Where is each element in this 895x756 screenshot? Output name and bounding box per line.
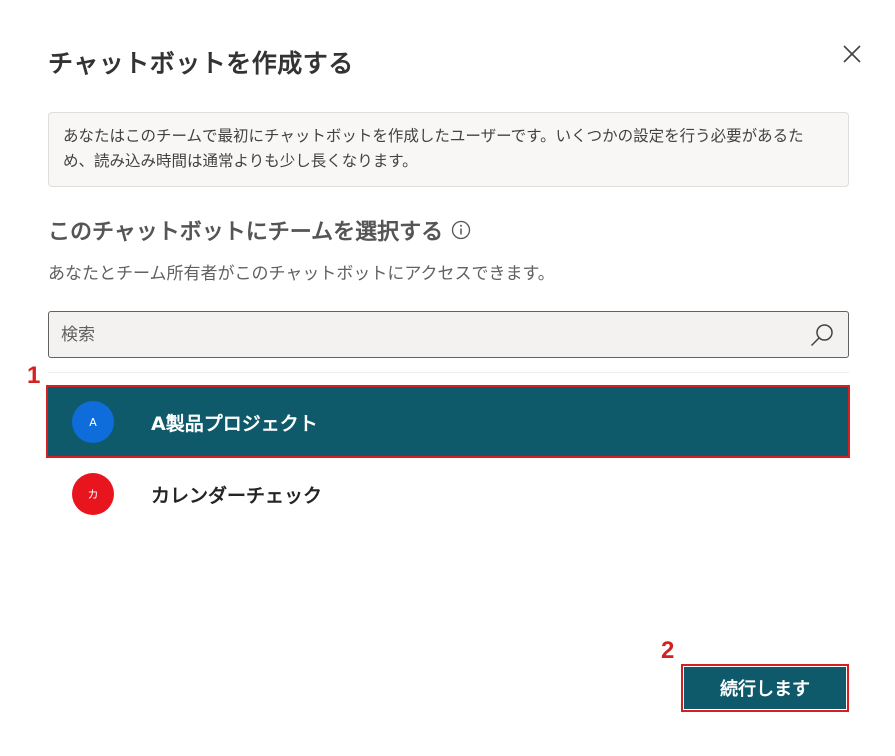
team-name: カレンダーチェック: [151, 484, 323, 507]
annotation-step2-label: 2: [661, 637, 675, 664]
team-list-item[interactable]: カ カレンダーチェック: [48, 459, 849, 529]
annotation-highlight-step1: [46, 385, 850, 458]
search-icon[interactable]: [808, 321, 836, 349]
list-divider: [48, 372, 849, 373]
dialog-title: チャットボットを作成する: [48, 49, 354, 78]
info-icon[interactable]: [451, 220, 471, 240]
team-avatar: カ: [72, 473, 114, 515]
section-title-text: このチャットボットにチームを選択する: [48, 220, 444, 245]
annotation-step1-label: 1: [27, 362, 41, 389]
create-chatbot-dialog: チャットボットを作成する あなたはこのチームで最初にチャットボットを作成したユー…: [0, 0, 895, 756]
close-icon: [843, 45, 861, 63]
close-button[interactable]: [836, 38, 868, 70]
annotation-highlight-step2: [681, 664, 849, 712]
search-box: [48, 311, 849, 358]
search-input[interactable]: [49, 312, 799, 357]
info-notice: あなたはこのチームで最初にチャットボットを作成したユーザーです。いくつかの設定を…: [48, 112, 849, 187]
section-subtitle: あなたとチーム所有者がこのチャットボットにアクセスできます。: [48, 264, 555, 284]
section-title: このチャットボットにチームを選択する: [48, 214, 471, 246]
